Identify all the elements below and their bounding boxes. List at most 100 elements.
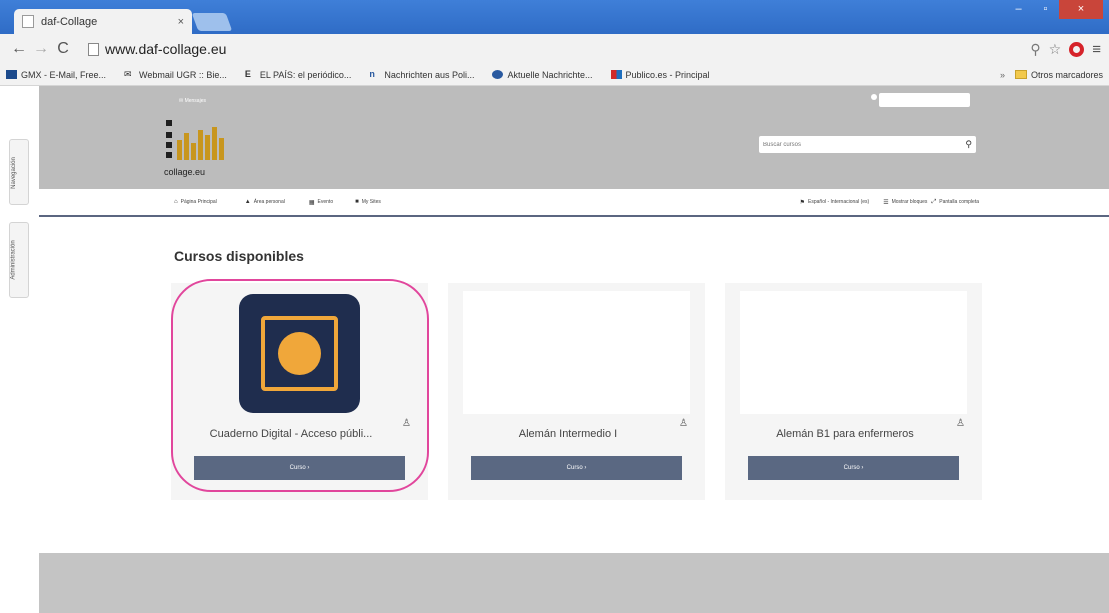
nav-my-sites-label: My Sites <box>361 199 381 205</box>
bookmark-gmx[interactable]: GMX - E-Mail, Free... <box>6 70 106 80</box>
administration-block-tab[interactable]: Administración <box>9 222 29 298</box>
logo-text: collage.eu <box>164 167 206 177</box>
app-icon-circle <box>278 332 321 375</box>
navigation-tab-label: Navegación <box>10 157 17 189</box>
bookmark-label: Nachrichten aus Poli... <box>384 69 475 80</box>
bookmark-star-icon[interactable]: ☆ <box>1049 41 1062 58</box>
zoom-icon[interactable]: ⚲ <box>1030 41 1040 58</box>
opera-extension-icon[interactable] <box>1069 41 1085 57</box>
main-navbar: ⌂ Página Principal ▲ Área personal ▦ Eve… <box>39 189 1109 217</box>
nav-personal-area[interactable]: ▲ Área personal <box>245 199 285 205</box>
course-button[interactable]: Curso › <box>194 456 405 480</box>
course-card[interactable]: ♙ Alemán Intermedio I Curso › <box>448 283 705 500</box>
minimize-button[interactable]: – <box>1005 0 1032 19</box>
user-menu[interactable] <box>879 93 970 107</box>
tab-title: daf-Collage <box>41 15 98 28</box>
self-enrol-icon: ♙ <box>402 418 411 429</box>
bookmark-webmail[interactable]: ✉ Webmail UGR :: Bie... <box>124 70 227 80</box>
page-favicon-icon <box>22 15 34 28</box>
course-name[interactable]: Alemán Intermedio I <box>458 428 678 440</box>
course-button[interactable]: Curso › <box>471 456 682 480</box>
logo-bar <box>219 138 224 160</box>
publico-icon <box>610 70 622 79</box>
nav-my-sites[interactable]: ■ My Sites <box>355 199 381 205</box>
bookmark-label: Publico.es - Principal <box>625 69 710 80</box>
course-name[interactable]: Cuaderno Digital - Acceso públi... <box>181 428 401 440</box>
blocks-icon: ☰ <box>883 199 889 206</box>
window-controls: – ▫ × <box>1005 0 1103 19</box>
logo-dot <box>166 132 172 138</box>
site-logo[interactable]: collage.eu <box>164 120 236 180</box>
nav-home-label: Página Principal <box>180 199 217 205</box>
elpais-icon: E <box>244 69 251 79</box>
logo-bar <box>205 135 210 160</box>
nav-events-label: Evento <box>317 199 334 205</box>
other-bookmarks-label: Otros marcadores <box>1030 69 1103 80</box>
flag-icon: ⚑ <box>799 199 806 206</box>
page-title: Cursos disponibles <box>174 248 304 264</box>
bookmarks-more-icon[interactable]: » <box>1000 70 1005 80</box>
logo-bar <box>184 133 189 160</box>
close-window-button[interactable]: × <box>1059 0 1103 19</box>
bookmark-nachrichten[interactable]: n Nachrichten aus Poli... <box>369 70 474 80</box>
reload-icon[interactable]: C <box>52 40 74 58</box>
show-blocks-toggle[interactable]: ☰ Mostrar bloques <box>883 199 927 206</box>
news-icon: n <box>369 69 375 79</box>
bookmarks-bar: GMX - E-Mail, Free... ✉ Webmail UGR :: B… <box>0 64 1109 86</box>
course-card[interactable]: ♙ Alemán B1 para enfermeros Curso › <box>725 283 982 500</box>
course-thumbnail <box>740 291 967 414</box>
expand-icon: ⤢ <box>931 198 937 205</box>
home-icon: ⌂ <box>174 199 178 205</box>
bookmark-label: Aktuelle Nachrichte... <box>507 69 593 80</box>
language-label: Español - Internacional (es) <box>808 199 870 205</box>
maximize-button[interactable]: ▫ <box>1032 0 1059 19</box>
nav-personal-area-label: Área personal <box>253 199 285 205</box>
site-footer <box>39 553 1109 613</box>
course-thumbnail <box>463 291 690 414</box>
back-arrow-icon[interactable]: ← <box>8 40 30 58</box>
logo-bar <box>177 140 182 160</box>
course-card[interactable]: ♙ Cuaderno Digital - Acceso públi... Cur… <box>171 283 428 500</box>
sites-icon: ■ <box>355 199 359 205</box>
course-search-input[interactable] <box>763 141 966 148</box>
new-tab-button[interactable] <box>191 13 233 31</box>
tab-close-icon[interactable]: × <box>178 16 184 28</box>
search-icon[interactable]: ⚲ <box>965 139 972 150</box>
nav-home[interactable]: ⌂ Página Principal <box>174 199 217 205</box>
logo-bar <box>198 130 203 160</box>
logo-bar <box>212 127 217 160</box>
folder-icon <box>1014 70 1027 79</box>
bookmark-label: Webmail UGR :: Bie... <box>139 69 227 80</box>
user-icon <box>871 94 877 100</box>
browser-tab[interactable]: daf-Collage × <box>14 9 192 34</box>
bookmark-label: EL PAÍS: el periódico... <box>259 69 352 80</box>
self-enrol-icon: ♙ <box>956 418 965 429</box>
forward-arrow-icon[interactable]: → <box>30 40 52 58</box>
fullscreen-toggle[interactable]: ⤢ Pantalla completa <box>931 199 979 206</box>
gmx-icon <box>6 70 17 79</box>
cuaderno-digital-app-icon[interactable] <box>239 294 360 413</box>
bookmark-label: GMX - E-Mail, Free... <box>21 69 107 80</box>
browser-menu-icon[interactable]: ≡ <box>1092 41 1101 58</box>
navigation-block-tab[interactable]: Navegación <box>9 139 29 205</box>
dashboard-icon: ▲ <box>244 199 251 205</box>
logo-dot <box>166 120 172 126</box>
nav-events[interactable]: ▦ Evento <box>309 199 333 206</box>
course-button[interactable]: Curso › <box>748 456 959 480</box>
bookmark-publico[interactable]: Publico.es - Principal <box>610 69 710 80</box>
course-search: ⚲ <box>759 136 976 153</box>
course-name[interactable]: Alemán B1 para enfermeros <box>735 428 955 440</box>
calendar-icon: ▦ <box>308 199 315 206</box>
webmail-icon: ✉ <box>124 69 132 79</box>
other-bookmarks-folder[interactable]: Otros marcadores <box>1014 69 1103 80</box>
address-bar[interactable]: www.daf-collage.eu <box>82 37 1022 61</box>
self-enrol-icon: ♙ <box>679 418 688 429</box>
bookmark-elpais[interactable]: E EL PAÍS: el periódico... <box>245 70 352 80</box>
messages-link[interactable]: ✉ Mensajes <box>179 98 206 104</box>
browser-toolbar: ← → C www.daf-collage.eu ⚲ ☆ ≡ <box>0 34 1109 64</box>
url-text: www.daf-collage.eu <box>105 41 227 57</box>
administration-tab-label: Administración <box>10 240 17 280</box>
language-selector[interactable]: ⚑ Español - Internacional (es) <box>800 199 870 206</box>
logo-dot <box>166 142 172 148</box>
bookmark-aktuelle[interactable]: Aktuelle Nachrichte... <box>492 69 593 80</box>
